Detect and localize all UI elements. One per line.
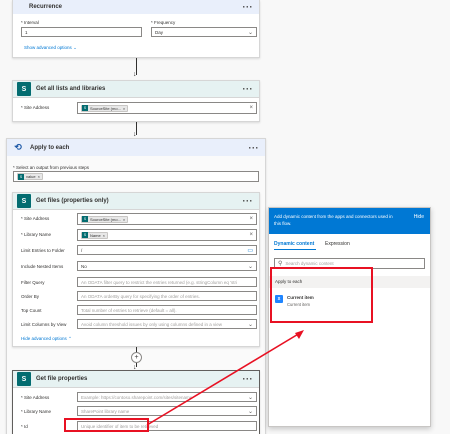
highlight-arrow: [146, 330, 304, 426]
arrow-head: [295, 330, 304, 339]
arrow-line: [146, 332, 301, 426]
